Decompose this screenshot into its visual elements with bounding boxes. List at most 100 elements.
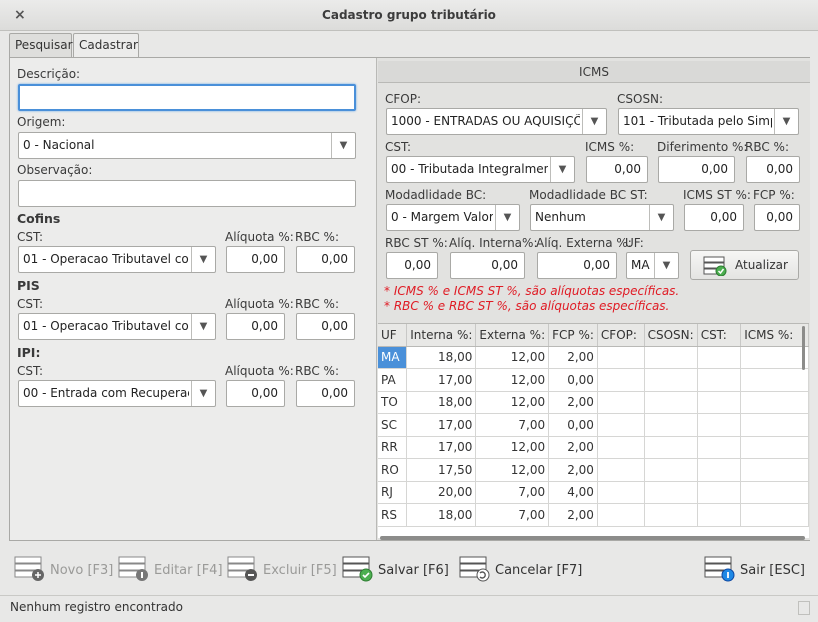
table-cell: 0,00 [548, 413, 598, 437]
origem-select[interactable]: 0 - Nacional ▼ [18, 132, 356, 159]
table-row[interactable]: RO 17,50 12,00 2,00 [378, 458, 809, 482]
table-cell [697, 503, 742, 527]
aliq-externa-input[interactable]: 0,00 [537, 252, 617, 279]
atualizar-button[interactable]: Atualizar [690, 250, 799, 280]
observacao-input[interactable] [18, 180, 356, 207]
table-cell-uf: RO [378, 458, 408, 482]
resize-grip-icon[interactable] [798, 601, 810, 615]
cancelar-label: Cancelar [F7] [495, 563, 583, 578]
icms-cst-select[interactable]: 00 - Tributada Integralmente ▼ [386, 156, 575, 183]
table-row[interactable]: SC 17,00 7,00 0,00 [378, 413, 809, 437]
pis-rbc-input[interactable]: 0,00 [296, 313, 355, 340]
fcp-input[interactable]: 0,00 [754, 204, 800, 231]
table-cell-uf: PA [378, 368, 408, 392]
modbc-select[interactable]: 0 - Margem Valor ▼ [386, 204, 520, 231]
cofins-cst-select[interactable]: 01 - Operacao Tributavel com ▼ [18, 246, 216, 273]
tab-cadastrar[interactable]: Cadastrar [73, 33, 139, 58]
ipi-rbc-input[interactable]: 0,00 [296, 380, 355, 407]
uf-value: MA [631, 258, 650, 272]
icms-percent-input[interactable]: 0,00 [586, 156, 648, 183]
origem-label: Origem: [17, 115, 66, 129]
observacao-label: Observação: [17, 163, 93, 177]
table-cell-uf: MA [378, 346, 408, 369]
column-header-uf[interactable]: UF [378, 324, 408, 347]
icmsst-input[interactable]: 0,00 [684, 204, 744, 231]
column-header-fcp[interactable]: FCP %: [548, 324, 598, 347]
salvar-label: Salvar [F6] [378, 563, 449, 578]
pis-rbc-label: RBC %: [295, 297, 339, 311]
table-cell-uf: RS [378, 503, 408, 527]
horizontal-scrollbar[interactable] [380, 536, 805, 540]
vertical-scrollbar[interactable] [802, 326, 805, 370]
descricao-input[interactable] [18, 84, 356, 111]
cofins-rbc-input[interactable]: 0,00 [296, 246, 355, 273]
sair-label: Sair [ESC] [740, 563, 805, 578]
chevron-down-icon: ▼ [191, 247, 215, 272]
column-header-interna[interactable]: Interna %: [406, 324, 477, 347]
cfop-value: 1000 - ENTRADAS OU AQUISIÇÕE [391, 114, 580, 128]
table-cell: 2,00 [548, 436, 598, 459]
column-header-cst[interactable]: CST: [697, 324, 742, 347]
table-row[interactable]: RJ 20,00 7,00 4,00 [378, 481, 809, 504]
table-cell [697, 391, 742, 414]
table-cell: 18,00 [406, 346, 477, 369]
window-title: Cadastro grupo tributário [322, 8, 496, 22]
column-header-externa[interactable]: Externa %: [475, 324, 550, 347]
table-cell [597, 436, 645, 459]
ipi-aliquota-input[interactable]: 0,00 [226, 380, 285, 407]
ipi-cst-select[interactable]: 00 - Entrada com Recuperaçã ▼ [18, 380, 216, 407]
table-cell [597, 346, 645, 369]
icms-rbc-input[interactable]: 0,00 [746, 156, 800, 183]
cofins-rbc-label: RBC %: [295, 230, 339, 244]
ipi-section-title: IPI: [17, 345, 41, 360]
table-cell [644, 436, 698, 459]
table-cell: 18,00 [406, 391, 477, 414]
icms-rbc-label: RBC %: [745, 140, 789, 154]
table-cell: 17,50 [406, 458, 477, 482]
table-row[interactable]: PA 17,00 12,00 0,00 [378, 368, 809, 392]
column-header-csosn[interactable]: CSOSN: [644, 324, 698, 347]
aliq-interna-input[interactable]: 0,00 [450, 252, 525, 279]
chevron-down-icon: ▼ [191, 314, 215, 339]
table-cell: 2,00 [548, 346, 598, 369]
cofins-aliquota-input[interactable]: 0,00 [226, 246, 285, 273]
table-cell: 2,00 [548, 503, 598, 527]
csosn-select[interactable]: 101 - Tributada pelo Simpl ▼ [618, 108, 799, 135]
table-cell [697, 346, 742, 369]
ipi-rbc-label: RBC %: [295, 364, 339, 378]
chevron-down-icon: ▼ [774, 109, 798, 134]
cofins-aliquota-label: Alíquota %: [225, 230, 294, 244]
table-cell-uf: SC [378, 413, 408, 437]
server-refresh-icon [703, 256, 727, 276]
server-exit-icon [704, 556, 735, 582]
note-rbc: * RBC % e RBC ST %, são alíquotas especí… [384, 299, 670, 313]
server-save-icon [342, 556, 373, 582]
table-cell [644, 391, 698, 414]
note-icms: * ICMS % e ICMS ST %, são alíquotas espe… [384, 284, 680, 298]
chevron-down-icon: ▼ [191, 381, 215, 406]
tab-pesquisar[interactable]: Pesquisar [9, 33, 73, 57]
table-row[interactable]: RS 18,00 7,00 2,00 [378, 503, 809, 527]
column-header-cfop[interactable]: CFOP: [597, 324, 645, 347]
table-row[interactable]: MA 18,00 12,00 2,00 [378, 346, 809, 369]
rbcst-input[interactable]: 0,00 [386, 252, 438, 279]
table-cell [740, 346, 809, 369]
cfop-select[interactable]: 1000 - ENTRADAS OU AQUISIÇÕE ▼ [386, 108, 607, 135]
pis-aliquota-input[interactable]: 0,00 [226, 313, 285, 340]
table-row[interactable]: TO 18,00 12,00 2,00 [378, 391, 809, 414]
diferimento-input[interactable]: 0,00 [658, 156, 735, 183]
table-cell: 7,00 [475, 413, 550, 437]
table-row[interactable]: RR 17,00 12,00 2,00 [378, 436, 809, 459]
uf-select[interactable]: MA ▼ [626, 252, 679, 279]
modbcst-select[interactable]: Nenhum ▼ [530, 204, 674, 231]
modbc-value: 0 - Margem Valor [391, 210, 493, 224]
descricao-label: Descrição: [17, 67, 81, 81]
pis-cst-select[interactable]: 01 - Operacao Tributavel com ▼ [18, 313, 216, 340]
table-cell [740, 436, 809, 459]
modbc-label: Modadlidade BC: [385, 188, 487, 202]
table-cell [697, 458, 742, 482]
modbcst-value: Nenhum [535, 210, 586, 224]
column-header-icms[interactable]: ICMS %: [740, 324, 809, 347]
csosn-value: 101 - Tributada pelo Simpl [623, 114, 772, 128]
table-cell [597, 413, 645, 437]
